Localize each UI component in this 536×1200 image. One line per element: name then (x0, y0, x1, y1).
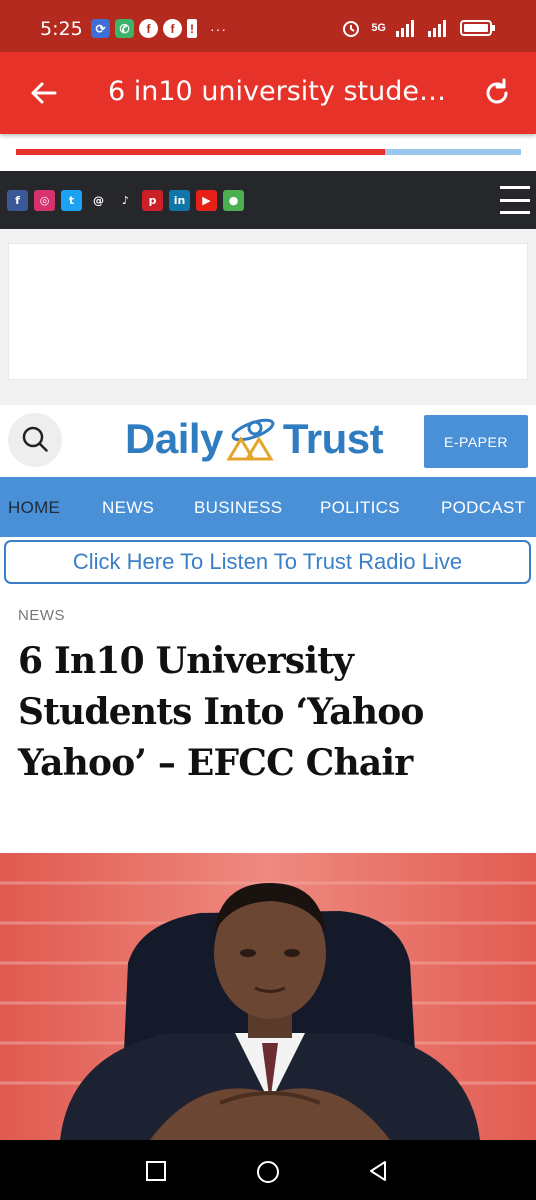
twitter-icon[interactable]: t (61, 190, 82, 211)
back-icon[interactable] (367, 1160, 389, 1182)
location-icon[interactable]: ● (223, 190, 244, 211)
social-bar: f ◎ t @ ♪ p in ▶ ● (0, 171, 536, 229)
facebook-icon: f (139, 19, 158, 38)
network-type: 5G (371, 22, 386, 34)
notification-icons: ⟳ ✆ f f ! ··· (91, 19, 227, 38)
status-time: 5:25 (40, 18, 83, 40)
back-arrow-icon[interactable] (28, 78, 58, 108)
nav-item-home[interactable]: HOME (8, 498, 60, 518)
instagram-icon[interactable]: ◎ (34, 190, 55, 211)
battery-icon (460, 20, 495, 36)
facebook-icon[interactable]: f (7, 190, 28, 211)
nav-item-business[interactable]: BUSINESS (194, 498, 282, 518)
facebook-icon: f (163, 19, 182, 38)
more-notifications-icon: ··· (210, 20, 227, 37)
nav-item-podcast[interactable]: PODCAST (441, 498, 525, 518)
daily-trust-logo[interactable]: Daily Trust (125, 411, 384, 467)
logo-emblem-icon (226, 418, 275, 461)
signal-icon (396, 20, 414, 37)
search-button[interactable] (8, 413, 62, 467)
browser-app-bar: 6 in10 university stude… (0, 52, 536, 134)
page-load-progress (16, 149, 521, 155)
signal-icon (428, 20, 446, 37)
menu-icon[interactable] (500, 186, 530, 214)
main-nav: HOME NEWS BUSINESS POLITICS PODCAST (0, 477, 536, 537)
system-navigation-bar (0, 1140, 536, 1200)
logo-text-trust: Trust (282, 415, 384, 462)
page-title: 6 in10 university stude… (108, 76, 446, 107)
nav-item-news[interactable]: NEWS (102, 498, 154, 518)
logo-text-daily: Daily (125, 415, 223, 462)
linkedin-icon[interactable]: in (169, 190, 190, 211)
article-photo (0, 853, 536, 1140)
refresh-icon[interactable] (482, 78, 512, 108)
tiktok-icon[interactable]: ♪ (115, 190, 136, 211)
recents-icon[interactable] (145, 1160, 167, 1182)
whatsapp-icon: ✆ (115, 19, 134, 38)
sync-icon: ⟳ (91, 19, 110, 38)
threads-icon[interactable]: @ (88, 190, 109, 211)
social-links: f ◎ t @ ♪ p in ▶ ● (7, 190, 244, 211)
status-bar: 5:25 ⟳ ✆ f f ! ··· 5G (0, 0, 536, 52)
status-right: 5G (341, 18, 496, 38)
pinterest-icon[interactable]: p (142, 190, 163, 211)
article-category[interactable]: NEWS (18, 607, 65, 624)
site-header: Daily Trust E-PAPER (0, 405, 536, 477)
alert-icon: ! (187, 19, 197, 38)
alarm-icon (343, 21, 360, 37)
home-icon[interactable] (255, 1159, 281, 1185)
epaper-button[interactable]: E-PAPER (424, 415, 528, 468)
youtube-icon[interactable]: ▶ (196, 190, 217, 211)
progress-fill (16, 149, 385, 155)
article-headline: 6 In10 University Students Into ‘Yahoo Y… (18, 640, 424, 784)
ad-slot (8, 243, 528, 380)
search-icon (22, 426, 48, 452)
nav-item-politics[interactable]: POLITICS (320, 498, 400, 518)
trust-radio-link[interactable]: Click Here To Listen To Trust Radio Live (4, 540, 531, 584)
